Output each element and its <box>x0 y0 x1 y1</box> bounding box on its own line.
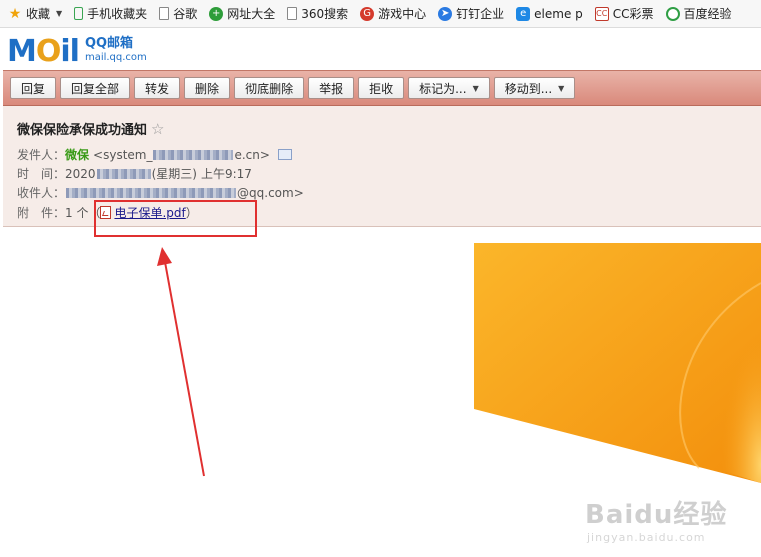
time-value: 上午9:17 <box>200 167 252 181</box>
watermark-site: jingyan.baidu.com <box>587 531 706 544</box>
bookmark-favorites[interactable]: ★ 收藏 ▼ <box>8 5 62 22</box>
bookmark-cc-lottery[interactable]: CC CC彩票 <box>594 5 654 22</box>
orange-banner-image <box>474 243 761 483</box>
logo-text: QQ邮箱 mail.qq.com <box>85 37 147 65</box>
annotation-highlight-box <box>94 200 257 237</box>
star-icon[interactable]: ☆ <box>151 120 164 138</box>
bookmarks-bar: ★ 收藏 ▼ 手机收藏夹 谷歌 + 网址大全 360搜索 G 游戏中心 ➤ 钉钉… <box>0 0 761 28</box>
globe-plus-icon: + <box>209 6 224 21</box>
recipient-row: 收件人： @qq.com> <box>17 184 304 201</box>
sender-label: 发件人： <box>17 148 66 162</box>
bookmark-site-directory[interactable]: + 网址大全 <box>209 5 275 22</box>
bookmark-mobile-favorites[interactable]: 手机收藏夹 <box>74 5 147 22</box>
chevron-down-icon: ▼ <box>558 83 565 93</box>
baidu-jingyan-watermark: Baidu经验 jingyan.baidu.com <box>585 494 727 544</box>
bookmark-label: 游戏中心 <box>378 7 427 21</box>
mark-as-label: 标记为... <box>419 81 467 96</box>
bookmark-label: 谷歌 <box>173 7 198 21</box>
logo-domain: mail.qq.com <box>84 52 147 63</box>
reject-button[interactable]: 拒收 <box>358 77 405 99</box>
qq-mail-logo[interactable]: MOil QQ邮箱 mail.qq.com <box>7 33 147 69</box>
bookmark-360-search[interactable]: 360搜索 <box>287 5 348 22</box>
recipient-label: 收件人： <box>17 186 66 200</box>
eleme-icon: e <box>516 6 531 21</box>
delete-permanently-button[interactable]: 彻底删除 <box>234 77 305 99</box>
bookmark-label: CC彩票 <box>612 7 654 21</box>
bookmark-google[interactable]: 谷歌 <box>159 5 197 22</box>
logo-title: QQ邮箱 <box>84 36 134 51</box>
game-icon: G <box>360 6 375 21</box>
sender-email-suffix: e.cn> <box>234 147 270 162</box>
mail-subject: 微保保险承保成功通知 ☆ <box>17 119 164 139</box>
sender-row: 发件人： 微保 <system_ e.cn> <box>17 146 292 163</box>
mail-toolbar: 回复 回复全部 转发 删除 彻底删除 举报 拒收 标记为... ▼ 移动到...… <box>3 70 761 106</box>
time-row: 时 间： 2020 (星期三) 上午9:17 <box>17 165 252 182</box>
reply-all-button[interactable]: 回复全部 <box>60 77 131 99</box>
bookmark-label: eleme p <box>534 6 583 21</box>
bookmark-label: 网址大全 <box>227 7 276 21</box>
bookmark-eleme[interactable]: e eleme p <box>516 6 583 21</box>
bookmark-label: 钉钉企业 <box>456 7 505 21</box>
redacted-text <box>96 168 151 179</box>
bookmark-label: 360搜索 <box>301 7 349 21</box>
page-icon <box>159 7 170 20</box>
page-icon <box>287 7 298 20</box>
bookmark-dingtalk[interactable]: ➤ 钉钉企业 <box>438 5 504 22</box>
phone-icon <box>74 7 84 20</box>
time-label: 时 间： <box>17 167 66 181</box>
logo-wordmark: MOil <box>7 33 80 69</box>
contact-card-icon[interactable] <box>277 149 292 160</box>
move-to-dropdown[interactable]: 移动到... ▼ <box>493 77 576 99</box>
chevron-down-icon: ▼ <box>472 83 479 93</box>
time-year: 2020 <box>65 166 96 181</box>
bookmark-label: 手机收藏夹 <box>87 7 148 21</box>
time-weekday: (星期三) <box>151 167 197 181</box>
attachment-label: 附 件： <box>17 206 66 220</box>
reply-button[interactable]: 回复 <box>10 77 57 99</box>
sender-name[interactable]: 微保 <box>65 146 89 163</box>
move-to-label: 移动到... <box>504 81 553 96</box>
dingtalk-icon: ➤ <box>438 6 453 21</box>
redacted-text <box>153 149 234 160</box>
bookmark-label: 收藏 <box>26 7 51 21</box>
chevron-down-icon[interactable]: ▼ <box>56 9 62 18</box>
bookmark-baidu-jingyan[interactable]: 百度经验 <box>665 5 732 22</box>
subject-text: 微保保险承保成功通知 <box>17 123 148 138</box>
redacted-text <box>66 187 237 198</box>
bookmark-game-center[interactable]: G 游戏中心 <box>360 5 426 22</box>
watermark-brand: Baidu经验 <box>585 500 728 530</box>
mark-as-dropdown[interactable]: 标记为... ▼ <box>408 77 490 99</box>
recipient-email-suffix: @qq.com> <box>237 185 304 200</box>
delete-button[interactable]: 删除 <box>184 77 231 99</box>
sender-email-prefix: <system_ <box>93 147 153 162</box>
report-button[interactable]: 举报 <box>308 77 355 99</box>
bookmark-label: 百度经验 <box>683 7 732 21</box>
forward-button[interactable]: 转发 <box>134 77 181 99</box>
lottery-icon: CC <box>594 6 609 21</box>
baidu-jingyan-icon <box>665 6 680 21</box>
star-icon: ★ <box>8 5 22 22</box>
